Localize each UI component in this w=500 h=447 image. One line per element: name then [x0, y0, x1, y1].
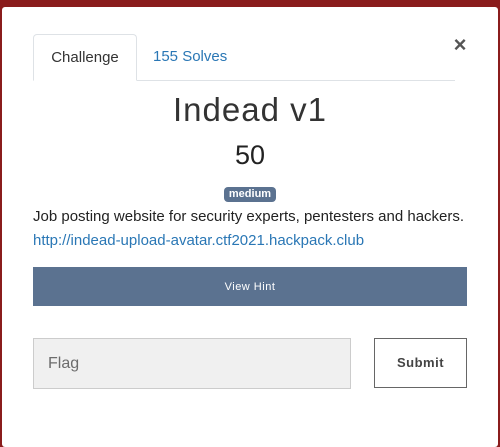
submit-button[interactable]: Submit [374, 338, 467, 388]
description-text: Job posting website for security experts… [33, 208, 465, 225]
challenge-value: 50 [234, 140, 266, 170]
flag-input[interactable] [33, 338, 351, 389]
tab-challenge[interactable]: Challenge [33, 34, 137, 81]
description-link[interactable]: http://indead-upload-avatar.ctf2021.hack… [33, 232, 364, 249]
difficulty-badge: medium [223, 187, 277, 202]
modal-tabs: Challenge 155 Solves [33, 34, 455, 81]
challenge-description: Job posting website for security experts… [33, 205, 473, 253]
tab-solves[interactable]: 155 Solves [137, 34, 243, 80]
challenge-modal: Challenge 155 Solves × Indead v1 50 medi… [2, 7, 498, 447]
close-icon[interactable]: × [450, 34, 470, 56]
view-hint-button[interactable]: View Hint [33, 267, 467, 306]
challenge-title: Indead v1 [173, 91, 327, 128]
tag-container: medium [2, 184, 498, 202]
